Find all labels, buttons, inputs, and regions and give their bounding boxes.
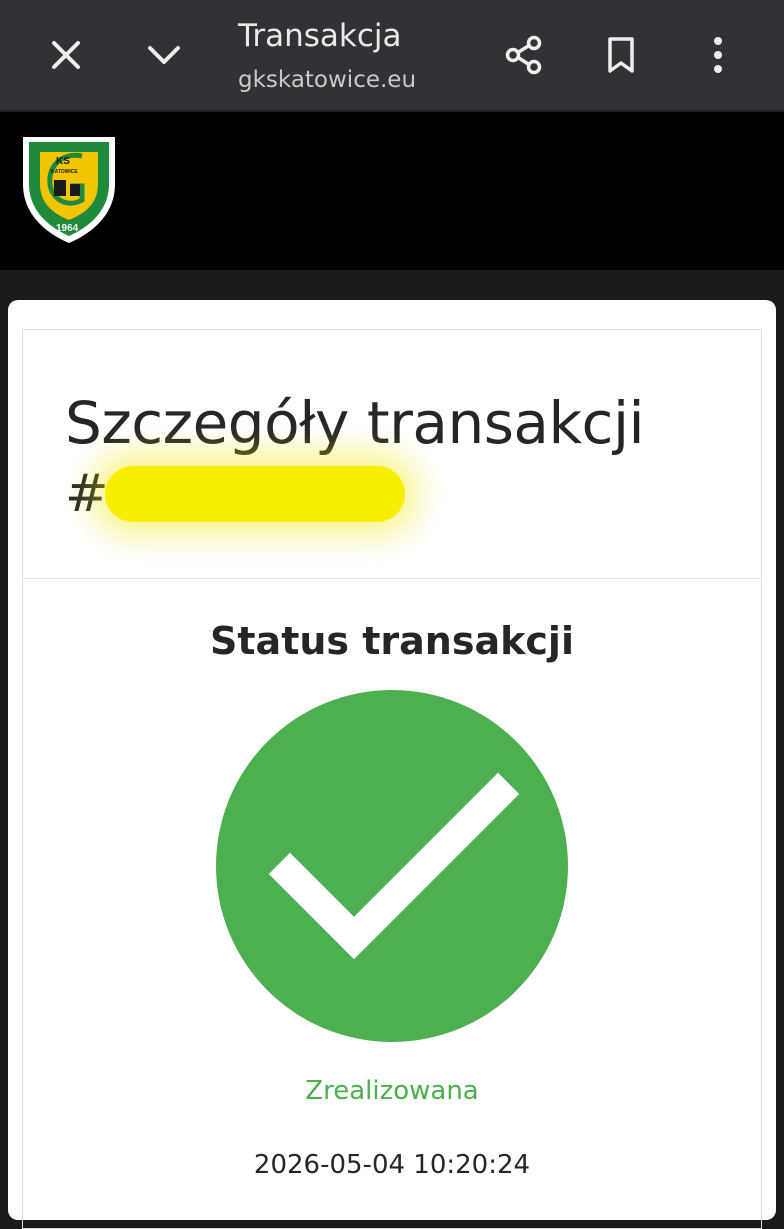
check-circle-icon — [216, 690, 568, 1042]
redaction-highlight — [105, 466, 405, 522]
page-url: gkskatowice.eu — [238, 67, 417, 93]
bookmark-icon[interactable] — [589, 23, 653, 87]
transaction-id-prefix: # — [65, 464, 109, 524]
site-header: KS KATOWICE 1964 — [0, 112, 784, 270]
transaction-details-title: Szczegóły transakcji — [65, 389, 645, 457]
club-logo[interactable]: KS KATOWICE 1964 — [20, 134, 118, 246]
transaction-card: Szczegóły transakcji # Status transakcji… — [8, 300, 776, 1229]
status-timestamp: 2026-05-04 10:20:24 — [253, 1150, 531, 1180]
logo-city-text: KATOWICE — [51, 169, 78, 175]
browser-toolbar: Transakcja gkskatowice.eu — [0, 0, 784, 112]
page-background — [0, 270, 784, 300]
logo-ks-text: KS — [56, 156, 70, 167]
section-divider — [23, 578, 761, 579]
status-value: Zrealizowana — [305, 1076, 479, 1106]
transaction-panel: Szczegóły transakcji # Status transakcji… — [22, 329, 762, 1229]
status-title: Status transakcji — [210, 619, 574, 663]
more-vert-icon[interactable] — [686, 23, 750, 87]
share-icon[interactable] — [492, 23, 556, 87]
logo-year-text: 1964 — [56, 223, 79, 234]
close-icon[interactable] — [34, 23, 98, 87]
chevron-down-icon[interactable] — [132, 23, 196, 87]
page-title: Transakcja — [238, 18, 402, 54]
